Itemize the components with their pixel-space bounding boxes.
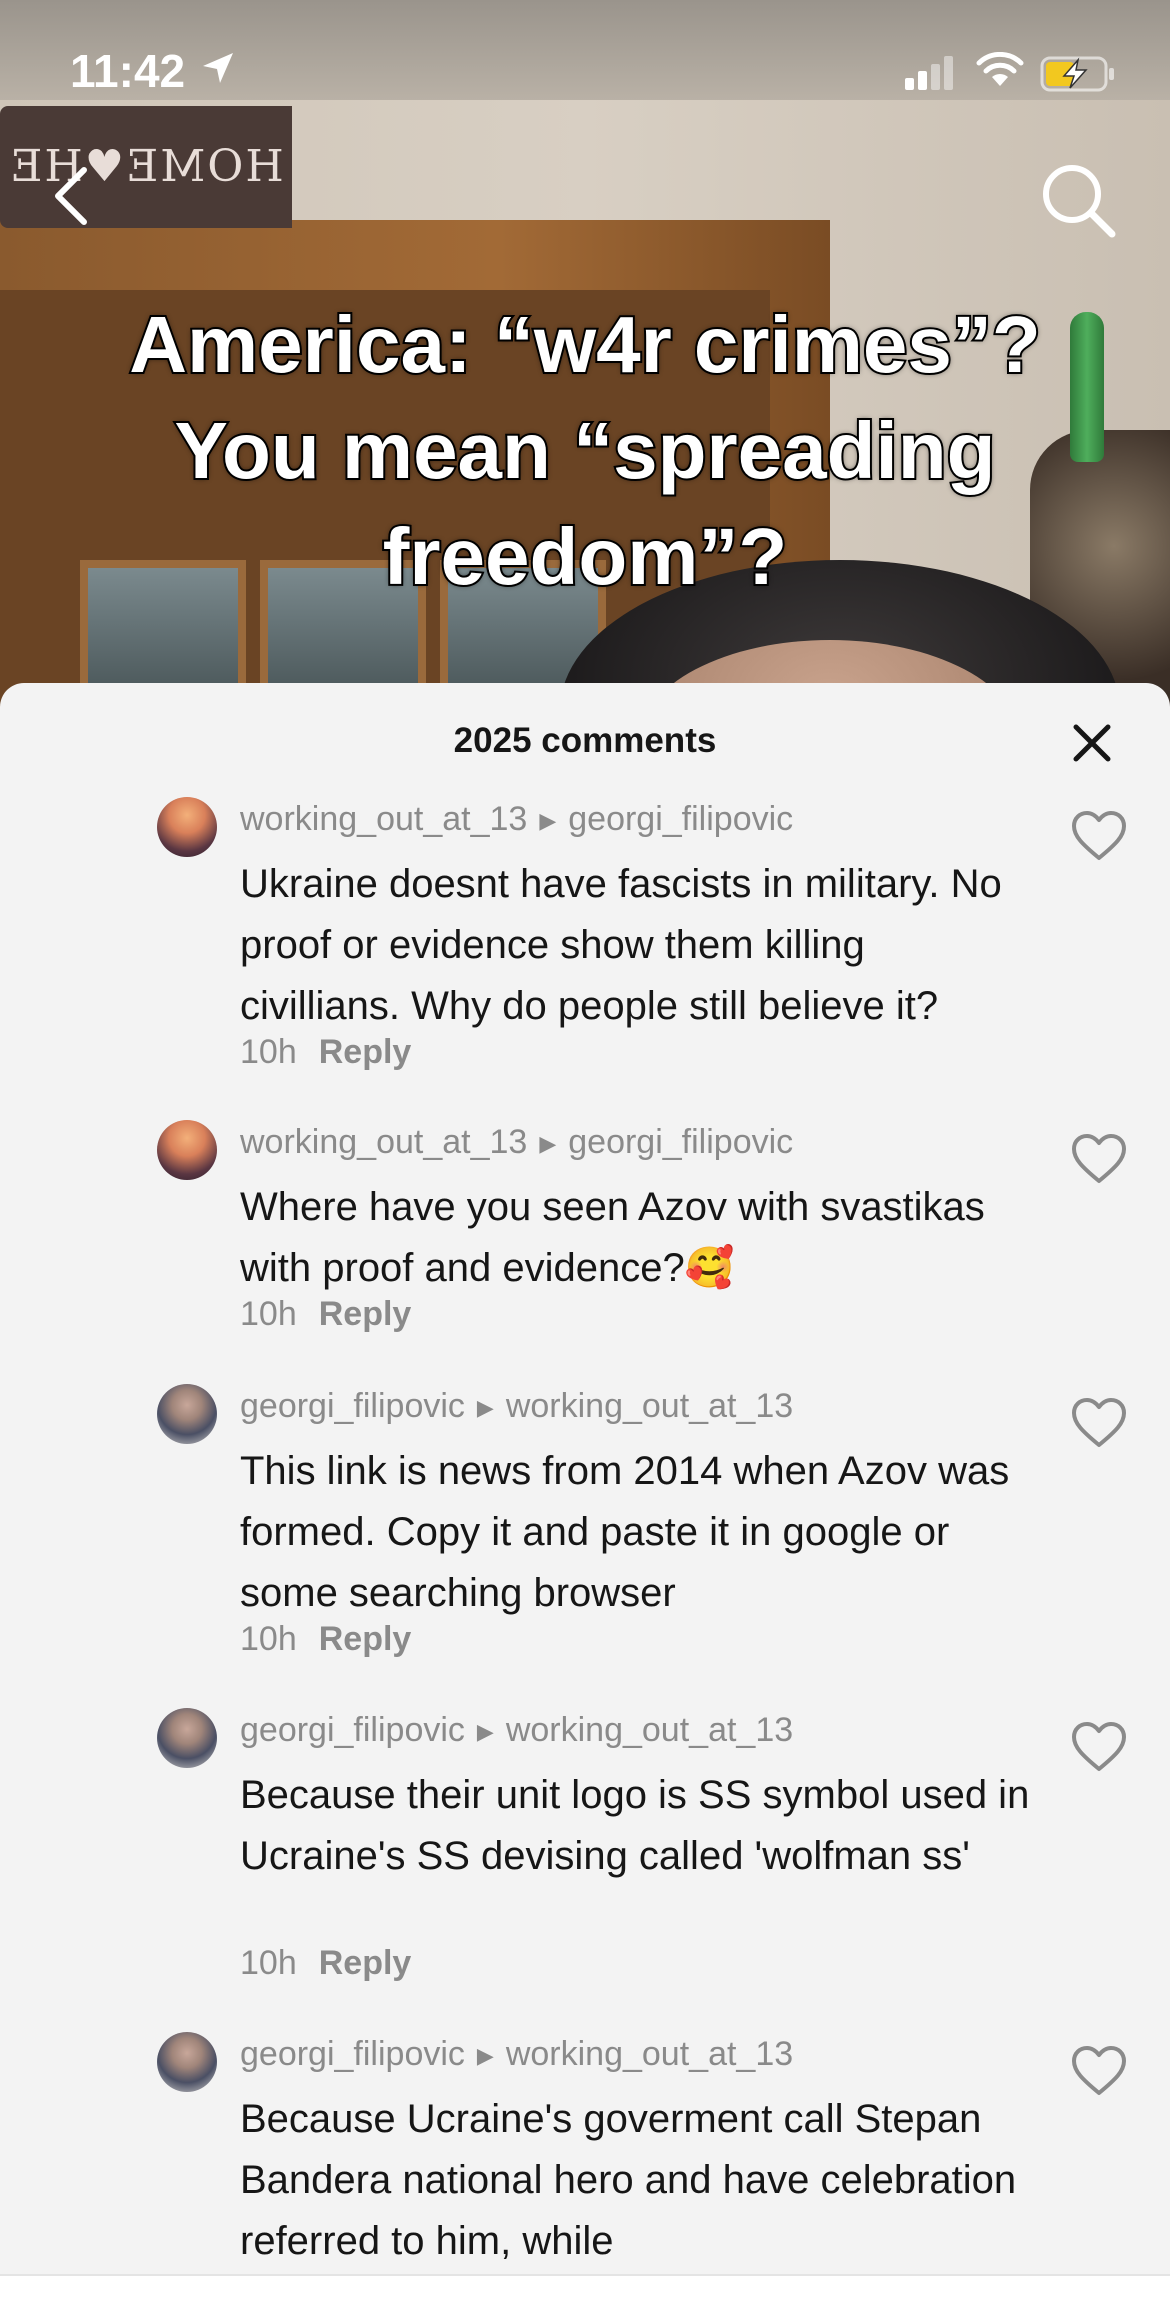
heart-icon[interactable] [1070,1397,1128,1449]
wifi-icon [976,52,1024,86]
reply-arrow-icon: ▶ [476,1395,494,1421]
comments-sheet: 2025 comments working_out_at_13 ▶ georgi_f… [0,683,1170,2309]
location-arrow-icon [203,53,233,83]
cellular-signal-icon [905,56,953,90]
comment-text: Because their unit logo is SS symbol use… [240,1773,1030,1878]
battery-charging-icon [1040,56,1114,92]
status-time: 11:42 [70,45,186,97]
comments-header: 2025 comments [0,683,1170,803]
avatar[interactable] [157,797,217,857]
comment-reply-to[interactable]: working_out_at_13 [506,1711,793,1749]
avatar[interactable] [157,1384,217,1444]
reply-arrow-icon: ▶ [476,2043,494,2069]
avatar[interactable] [157,1708,217,1768]
reply-button[interactable]: Reply [319,1295,412,1333]
comment-time: 10h [240,1944,297,1982]
comment-usernames: georgi_filipovic ▶ working_out_at_13 [240,2035,793,2074]
comment-author[interactable]: georgi_filipovic [240,1387,465,1425]
heart-icon[interactable] [1070,2045,1128,2097]
comment-reply-to[interactable]: georgi_filipovic [568,1123,793,1161]
heart-icon[interactable] [1070,1721,1128,1773]
comment-reply-to[interactable]: georgi_filipovic [568,800,793,838]
heart-icon[interactable] [1070,810,1128,862]
comment-usernames: georgi_filipovic ▶ working_out_at_13 [240,1711,793,1750]
comment-text: Because Ucraine's goverment call Stepan … [240,2097,1017,2263]
comment-reply-to[interactable]: working_out_at_13 [506,1387,793,1425]
comment-input-bar[interactable] [0,2274,1170,2311]
comment-text: This link is news from 2014 when Azov wa… [240,1449,1010,1615]
reply-arrow-icon: ▶ [539,808,557,834]
comment-time: 10h [240,1295,297,1333]
reply-arrow-icon: ▶ [539,1131,557,1157]
comment-count: 2025 comments [453,721,717,760]
comment-author[interactable]: working_out_at_13 [240,1123,527,1161]
avatar[interactable] [157,1120,217,1180]
close-icon[interactable] [1068,719,1116,767]
caption-line: America: “w4r crimes”? [127,298,1043,391]
caption-line: freedom”? [381,510,790,603]
comment-usernames: georgi_filipovic ▶ working_out_at_13 [240,1387,793,1426]
comment-meta: 10h Reply [240,1033,411,1072]
back-icon[interactable] [44,160,104,230]
caption-line: You mean “spreading [173,404,998,497]
comment-author[interactable]: georgi_filipovic [240,1711,465,1749]
avatar[interactable] [157,2032,217,2092]
comment-reply-to[interactable]: working_out_at_13 [506,2035,793,2073]
comment-meta: 10h Reply [240,1295,411,1334]
comment-text: Ukraine doesnt have fascists in military… [240,862,1002,1028]
comment-time: 10h [240,1620,297,1658]
comment-time: 10h [240,1033,297,1071]
video-caption: America: “w4r crimes”? You mean “spreadi… [60,292,1110,610]
comment-author[interactable]: working_out_at_13 [240,800,527,838]
heart-icon[interactable] [1070,1133,1128,1185]
reply-arrow-icon: ▶ [476,1719,494,1745]
comment-usernames: working_out_at_13 ▶ georgi_filipovic [240,1123,793,1162]
comment-meta: 10h Reply [240,1620,411,1659]
comment-meta: 10h Reply [240,1944,411,1983]
reply-button[interactable]: Reply [319,1620,412,1658]
reply-button[interactable]: Reply [319,1033,412,1071]
reply-button[interactable]: Reply [319,1944,412,1982]
search-icon[interactable] [1038,160,1118,240]
comment-text: Where have you seen Azov with svastikas … [240,1185,985,1290]
status-bar: 11:42 [0,0,1170,150]
comment-author[interactable]: georgi_filipovic [240,2035,465,2073]
comment-usernames: working_out_at_13 ▶ georgi_filipovic [240,800,793,839]
